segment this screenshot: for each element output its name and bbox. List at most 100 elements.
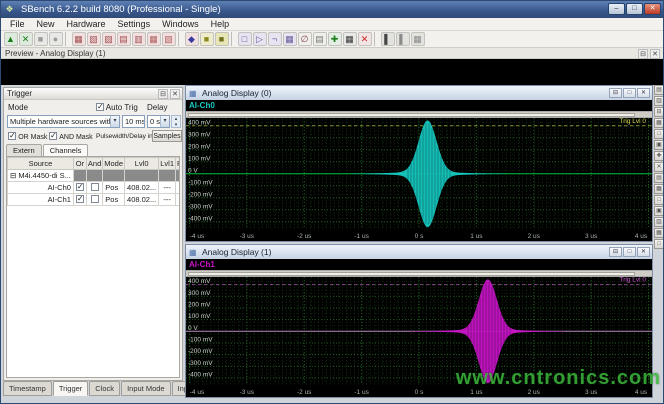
column-header-source[interactable]: Source	[8, 158, 74, 170]
edit-signal-icon[interactable]: ▤	[313, 32, 327, 46]
float-icon[interactable]: ⊟	[609, 88, 622, 98]
side-tool-button-2[interactable]: ▥	[654, 96, 664, 106]
trigger-setup-icon[interactable]: ▤	[117, 32, 131, 46]
delay-field[interactable]: 0 s ▾	[147, 115, 170, 128]
side-tool-button-13[interactable]: ▥	[654, 217, 664, 227]
loop-run-icon[interactable]: ●	[49, 32, 63, 46]
minimize-button[interactable]: –	[608, 3, 625, 15]
table-group-row[interactable]: ⊟ M4i.4450-di S...	[8, 170, 181, 182]
card-setup-icon[interactable]: ▧	[87, 32, 101, 46]
column-header-lvl0[interactable]: Lvl0	[125, 158, 159, 170]
side-tool-button-10[interactable]: ▦	[654, 184, 664, 194]
no-edit-icon[interactable]: ∅	[298, 32, 312, 46]
tab-extern[interactable]: Extern	[6, 144, 42, 156]
chevron-down-icon[interactable]: ▾	[110, 116, 119, 127]
analog-plot-0[interactable]: 400 mV300 mV200 mV100 mV0 V-100 mV-200 m…	[186, 118, 652, 241]
side-tool-button-9[interactable]: ▤	[654, 173, 664, 183]
maximize-icon[interactable]: □	[623, 247, 636, 257]
side-tool-button-5[interactable]: □	[654, 129, 664, 139]
maximize-icon[interactable]: □	[623, 88, 636, 98]
single-run-icon[interactable]: ■	[34, 32, 48, 46]
and-checkbox-box[interactable]	[91, 183, 99, 191]
close-icon[interactable]: ✕	[637, 247, 650, 257]
preview-dock-button[interactable]: ⊟	[638, 49, 648, 59]
group-row-source[interactable]: ⊟ M4i.4450-di S...	[8, 170, 74, 182]
channel-label-bar-1[interactable]: AI-Ch1	[186, 259, 652, 270]
pw-cell[interactable]: ---	[176, 194, 181, 206]
preview-close-button[interactable]: ✕	[650, 49, 660, 59]
and-checkbox[interactable]	[86, 182, 102, 194]
tab-timestamp[interactable]: Timestamp	[3, 381, 52, 396]
samples-button[interactable]: Samples	[152, 130, 182, 142]
horizontal-scrollbar[interactable]	[186, 270, 652, 277]
menu-settings[interactable]: Settings	[112, 18, 157, 31]
column-header-lvl1[interactable]: Lvl1	[159, 158, 176, 170]
trigger-mode-select[interactable]: Multiple hardware sources with AND/OR ▾	[7, 115, 120, 128]
and-checkbox[interactable]	[86, 194, 102, 206]
side-tool-button-6[interactable]: ▣	[654, 140, 664, 150]
tab-channels[interactable]: Channels	[43, 144, 89, 156]
delay-stepper[interactable]: ▴▾	[171, 115, 181, 128]
menu-hardware[interactable]: Hardware	[61, 18, 112, 31]
column-header-mode[interactable]: Mode	[103, 158, 125, 170]
save-data-icon[interactable]: ◆	[185, 32, 199, 46]
lvl1-cell[interactable]: ---	[159, 194, 176, 206]
side-tool-button-15[interactable]: □	[654, 239, 664, 249]
or-checkbox[interactable]	[73, 182, 86, 194]
side-tool-button-4[interactable]: ▦	[654, 118, 664, 128]
card-info-icon[interactable]: ▦	[147, 32, 161, 46]
preview-pane-header[interactable]: Preview - Analog Display (1) ⊟✕	[1, 48, 663, 59]
side-tool-button-12[interactable]: ▣	[654, 206, 664, 216]
panel-close-icon[interactable]: ✕	[170, 89, 180, 99]
channel-label-bar-0[interactable]: AI-Ch0	[186, 100, 652, 111]
start-acquisition-icon[interactable]: ▲	[4, 32, 18, 46]
panel-dock-icon[interactable]: ⊟	[158, 89, 168, 99]
menu-help[interactable]: Help	[205, 18, 236, 31]
table-row[interactable]: AI-Ch1Pos408.02...------	[8, 194, 181, 206]
column-header-pw[interactable]: PW	[176, 158, 181, 170]
menu-windows[interactable]: Windows	[156, 18, 205, 31]
side-tool-button-1[interactable]: ▤	[654, 85, 664, 95]
clock-setup-icon[interactable]: ▥	[132, 32, 146, 46]
analog-display-1-titlebar[interactable]: ▦ Analog Display (1) ⊟ □ ✕	[186, 245, 652, 259]
tab-input-mode[interactable]: Input Mode	[121, 381, 171, 396]
export-icon[interactable]: ■	[215, 32, 229, 46]
auto-trig-time-field[interactable]: 10 ms	[122, 115, 145, 128]
mode-cell[interactable]: Pos	[103, 182, 125, 194]
stop-acquisition-icon[interactable]: ✕	[19, 32, 33, 46]
card-mode-icon[interactable]: ▧	[162, 32, 176, 46]
side-tool-button-11[interactable]: □	[654, 195, 664, 205]
title-bar[interactable]: ❖ SBench 6.2.2 build 8080 (Professional …	[1, 1, 663, 18]
side-tool-button-7[interactable]: ✚	[654, 151, 664, 161]
auto-trig-checkbox-box[interactable]	[96, 103, 104, 111]
or-checkbox-box[interactable]	[76, 195, 84, 203]
chevron-down-icon[interactable]: ▾	[160, 116, 169, 127]
column-header-and[interactable]: And	[86, 158, 102, 170]
fft-chart-icon[interactable]: ▌	[381, 32, 395, 46]
close-button[interactable]: ✕	[644, 3, 661, 15]
add-channel-icon[interactable]: ✚	[328, 32, 342, 46]
maximize-button[interactable]: □	[626, 3, 643, 15]
channel-grid-icon[interactable]: ▦	[343, 32, 357, 46]
or-mask-checkbox-box[interactable]	[8, 132, 16, 140]
lvl1-cell[interactable]: ---	[159, 182, 176, 194]
hardware-card-icon[interactable]: ▦	[72, 32, 86, 46]
column-header-or[interactable]: Or	[73, 158, 86, 170]
lvl0-cell[interactable]: 408.02...	[125, 182, 159, 194]
menu-new[interactable]: New	[31, 18, 61, 31]
and-checkbox-box[interactable]	[91, 195, 99, 203]
auto-trig-checkbox[interactable]: Auto Trig	[96, 103, 138, 112]
save-file-icon[interactable]: ■	[200, 32, 214, 46]
side-tool-button-3[interactable]: ⊟	[654, 107, 664, 117]
close-icon[interactable]: ✕	[637, 88, 650, 98]
float-icon[interactable]: ⊟	[609, 247, 622, 257]
scrollbar-thumb[interactable]	[188, 272, 635, 276]
preview-pane-content[interactable]	[1, 59, 663, 85]
horizontal-scrollbar[interactable]	[186, 111, 652, 118]
and-mask-checkbox[interactable]: AND Mask	[49, 132, 93, 141]
scrollbar-thumb[interactable]	[188, 113, 635, 117]
or-checkbox-box[interactable]	[76, 183, 84, 191]
spectrum-display-icon[interactable]: ▦	[283, 32, 297, 46]
mode-cell[interactable]: Pos	[103, 194, 125, 206]
side-tool-button-14[interactable]: ▦	[654, 228, 664, 238]
